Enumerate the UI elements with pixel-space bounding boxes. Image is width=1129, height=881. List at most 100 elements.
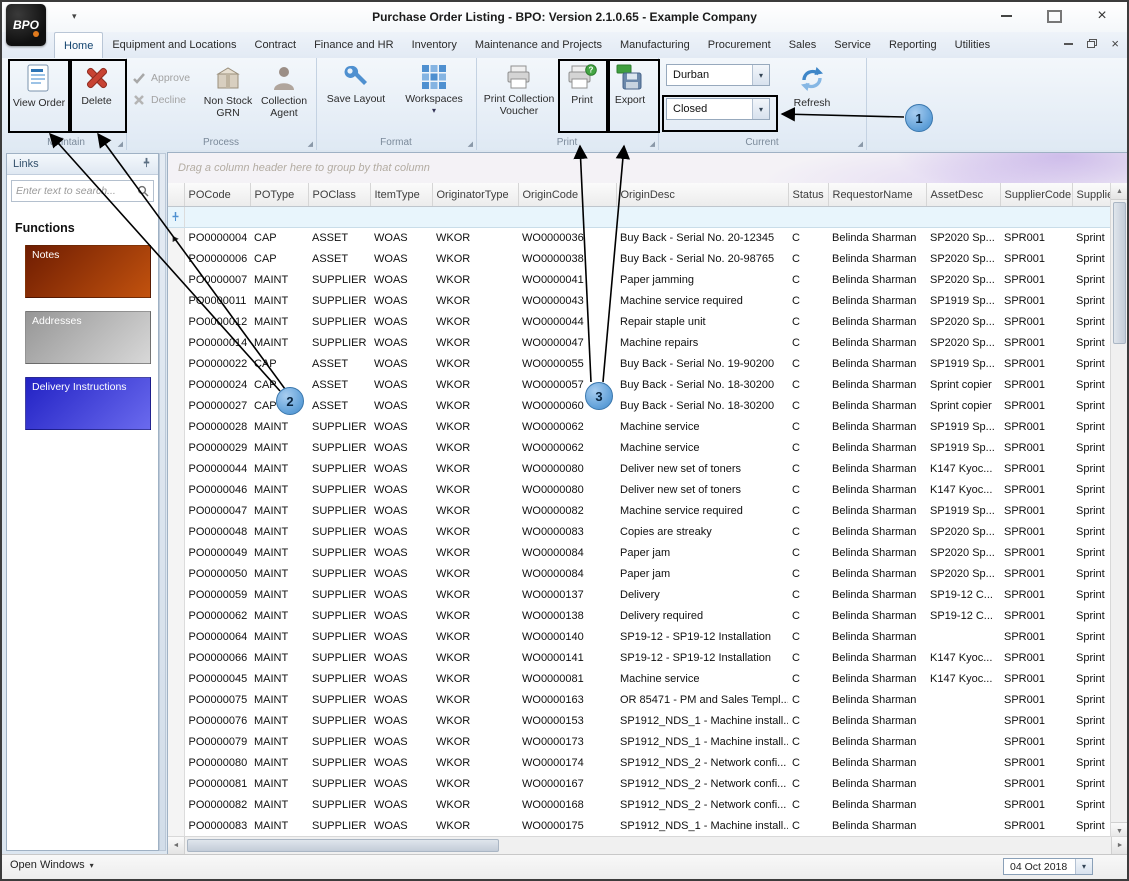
cell-potype[interactable]: MAINT — [250, 333, 308, 354]
cell-poclass[interactable]: SUPPLIER — [308, 480, 370, 501]
horizontal-scroll-thumb[interactable] — [187, 839, 499, 852]
row-indicator[interactable] — [168, 269, 185, 291]
cell-poclass[interactable]: SUPPLIER — [308, 774, 370, 795]
cell-suppliercode[interactable]: SPR001 — [1000, 375, 1072, 396]
cell-poclass[interactable]: SUPPLIER — [308, 669, 370, 690]
cell-poclass[interactable]: ASSET — [308, 375, 370, 396]
cell-assetdesc[interactable] — [926, 627, 1000, 648]
cell-itemtype[interactable]: WOAS — [370, 690, 432, 711]
row-indicator[interactable] — [168, 563, 185, 585]
cell-poclass[interactable]: SUPPLIER — [308, 459, 370, 480]
cell-potype[interactable]: MAINT — [250, 690, 308, 711]
cell-suppliername[interactable]: Sprint — [1072, 690, 1112, 711]
cell-pocode[interactable]: PO0000083 — [184, 816, 250, 837]
table-row[interactable]: PO0000080 MAINT SUPPLIER WOAS WKOR WO000… — [168, 752, 1112, 774]
cell-requestorname[interactable]: Belinda Sharman — [828, 396, 926, 417]
cell-suppliercode[interactable]: SPR001 — [1000, 312, 1072, 333]
cell-origindesc[interactable]: Machine service — [616, 669, 788, 690]
cell-pocode[interactable]: PO0000022 — [184, 354, 250, 375]
horizontal-scrollbar[interactable]: ◄ ► — [168, 836, 1127, 854]
minimize-button[interactable] — [987, 5, 1025, 27]
cell-pocode[interactable]: PO0000024 — [184, 375, 250, 396]
cell-requestorname[interactable]: Belinda Sharman — [828, 543, 926, 564]
cell-originatortype[interactable]: WKOR — [432, 228, 518, 249]
column-header-suppliercode[interactable]: SupplierCode — [1000, 183, 1073, 207]
cell-originatortype[interactable]: WKOR — [432, 270, 518, 291]
cell-pocode[interactable]: PO0000080 — [184, 753, 250, 774]
table-row[interactable]: PO0000083 MAINT SUPPLIER WOAS WKOR WO000… — [168, 815, 1112, 837]
cell-status[interactable]: C — [788, 375, 828, 396]
cell-suppliercode[interactable]: SPR001 — [1000, 795, 1072, 816]
cell-suppliercode[interactable]: SPR001 — [1000, 753, 1072, 774]
filter-cell[interactable] — [250, 206, 308, 228]
cell-assetdesc[interactable]: K147 Kyoc... — [926, 480, 1000, 501]
tab-procurement[interactable]: Procurement — [699, 32, 780, 58]
cell-requestorname[interactable]: Belinda Sharman — [828, 753, 926, 774]
cell-assetdesc[interactable]: SP2020 Sp... — [926, 270, 1000, 291]
cell-suppliername[interactable]: Sprint — [1072, 228, 1112, 249]
cell-suppliername[interactable]: Sprint — [1072, 417, 1112, 438]
cell-origindesc[interactable]: Buy Back - Serial No. 20-98765 — [616, 249, 788, 270]
cell-potype[interactable]: MAINT — [250, 438, 308, 459]
table-row[interactable]: PO0000079 MAINT SUPPLIER WOAS WKOR WO000… — [168, 731, 1112, 753]
cell-origincode[interactable]: WO0000044 — [518, 312, 616, 333]
cell-potype[interactable]: MAINT — [250, 501, 308, 522]
cell-itemtype[interactable]: WOAS — [370, 480, 432, 501]
cell-poclass[interactable]: SUPPLIER — [308, 627, 370, 648]
cell-origincode[interactable]: WO0000081 — [518, 669, 616, 690]
cell-potype[interactable]: MAINT — [250, 459, 308, 480]
table-row[interactable]: PO0000027 CAP ASSET WOAS WKOR WO0000060 … — [168, 395, 1112, 417]
cell-poclass[interactable]: SUPPLIER — [308, 816, 370, 837]
group-by-panel[interactable]: Drag a column header here to group by th… — [168, 153, 1127, 184]
cell-originatortype[interactable]: WKOR — [432, 249, 518, 270]
cell-origincode[interactable]: WO0000062 — [518, 417, 616, 438]
cell-itemtype[interactable]: WOAS — [370, 606, 432, 627]
collection-agent-button[interactable]: Collection Agent — [256, 60, 312, 128]
cell-origincode[interactable]: WO0000043 — [518, 291, 616, 312]
cell-origindesc[interactable]: SP1912_NDS_1 - Machine install... — [616, 711, 788, 732]
print-collection-voucher-button[interactable]: Print Collection Voucher — [478, 60, 560, 128]
cell-poclass[interactable]: ASSET — [308, 354, 370, 375]
cell-originatortype[interactable]: WKOR — [432, 459, 518, 480]
cell-origindesc[interactable]: SP1912_NDS_2 - Network confi... — [616, 753, 788, 774]
filter-cell[interactable] — [184, 206, 250, 228]
cell-suppliername[interactable]: Sprint — [1072, 333, 1112, 354]
cell-suppliername[interactable]: Sprint — [1072, 795, 1112, 816]
cell-assetdesc[interactable]: Sprint copier — [926, 375, 1000, 396]
cell-itemtype[interactable]: WOAS — [370, 564, 432, 585]
row-indicator[interactable] — [168, 374, 185, 396]
cell-origincode[interactable]: WO0000153 — [518, 711, 616, 732]
column-header-pocode[interactable]: POCode — [184, 183, 251, 207]
cell-requestorname[interactable]: Belinda Sharman — [828, 648, 926, 669]
column-header-itemtype[interactable]: ItemType — [370, 183, 433, 207]
cell-assetdesc[interactable]: SP19-12 C... — [926, 585, 1000, 606]
cell-requestorname[interactable]: Belinda Sharman — [828, 669, 926, 690]
tab-reporting[interactable]: Reporting — [880, 32, 946, 58]
delete-button[interactable]: Delete — [70, 60, 123, 128]
cell-poclass[interactable]: ASSET — [308, 228, 370, 249]
cell-poclass[interactable]: SUPPLIER — [308, 291, 370, 312]
row-indicator[interactable] — [168, 353, 185, 375]
cell-suppliername[interactable]: Sprint — [1072, 354, 1112, 375]
cell-status[interactable]: C — [788, 564, 828, 585]
cell-assetdesc[interactable] — [926, 690, 1000, 711]
cell-assetdesc[interactable]: SP19-12 C... — [926, 606, 1000, 627]
cell-itemtype[interactable]: WOAS — [370, 375, 432, 396]
cell-suppliername[interactable]: Sprint — [1072, 648, 1112, 669]
cell-suppliername[interactable]: Sprint — [1072, 501, 1112, 522]
cell-itemtype[interactable]: WOAS — [370, 312, 432, 333]
column-header-originatortype[interactable]: OriginatorType — [432, 183, 519, 207]
cell-potype[interactable]: MAINT — [250, 627, 308, 648]
panel-splitter[interactable] — [159, 153, 166, 851]
cell-requestorname[interactable]: Belinda Sharman — [828, 522, 926, 543]
row-indicator[interactable] — [168, 416, 185, 438]
cell-suppliername[interactable]: Sprint — [1072, 753, 1112, 774]
table-row[interactable]: PO0000046 MAINT SUPPLIER WOAS WKOR WO000… — [168, 479, 1112, 501]
vertical-scroll-thumb[interactable] — [1113, 202, 1126, 344]
table-row[interactable]: PO0000066 MAINT SUPPLIER WOAS WKOR WO000… — [168, 647, 1112, 669]
table-row[interactable]: PO0000049 MAINT SUPPLIER WOAS WKOR WO000… — [168, 542, 1112, 564]
cell-origincode[interactable]: WO0000140 — [518, 627, 616, 648]
cell-suppliercode[interactable]: SPR001 — [1000, 480, 1072, 501]
cell-status[interactable]: C — [788, 333, 828, 354]
cell-originatortype[interactable]: WKOR — [432, 522, 518, 543]
